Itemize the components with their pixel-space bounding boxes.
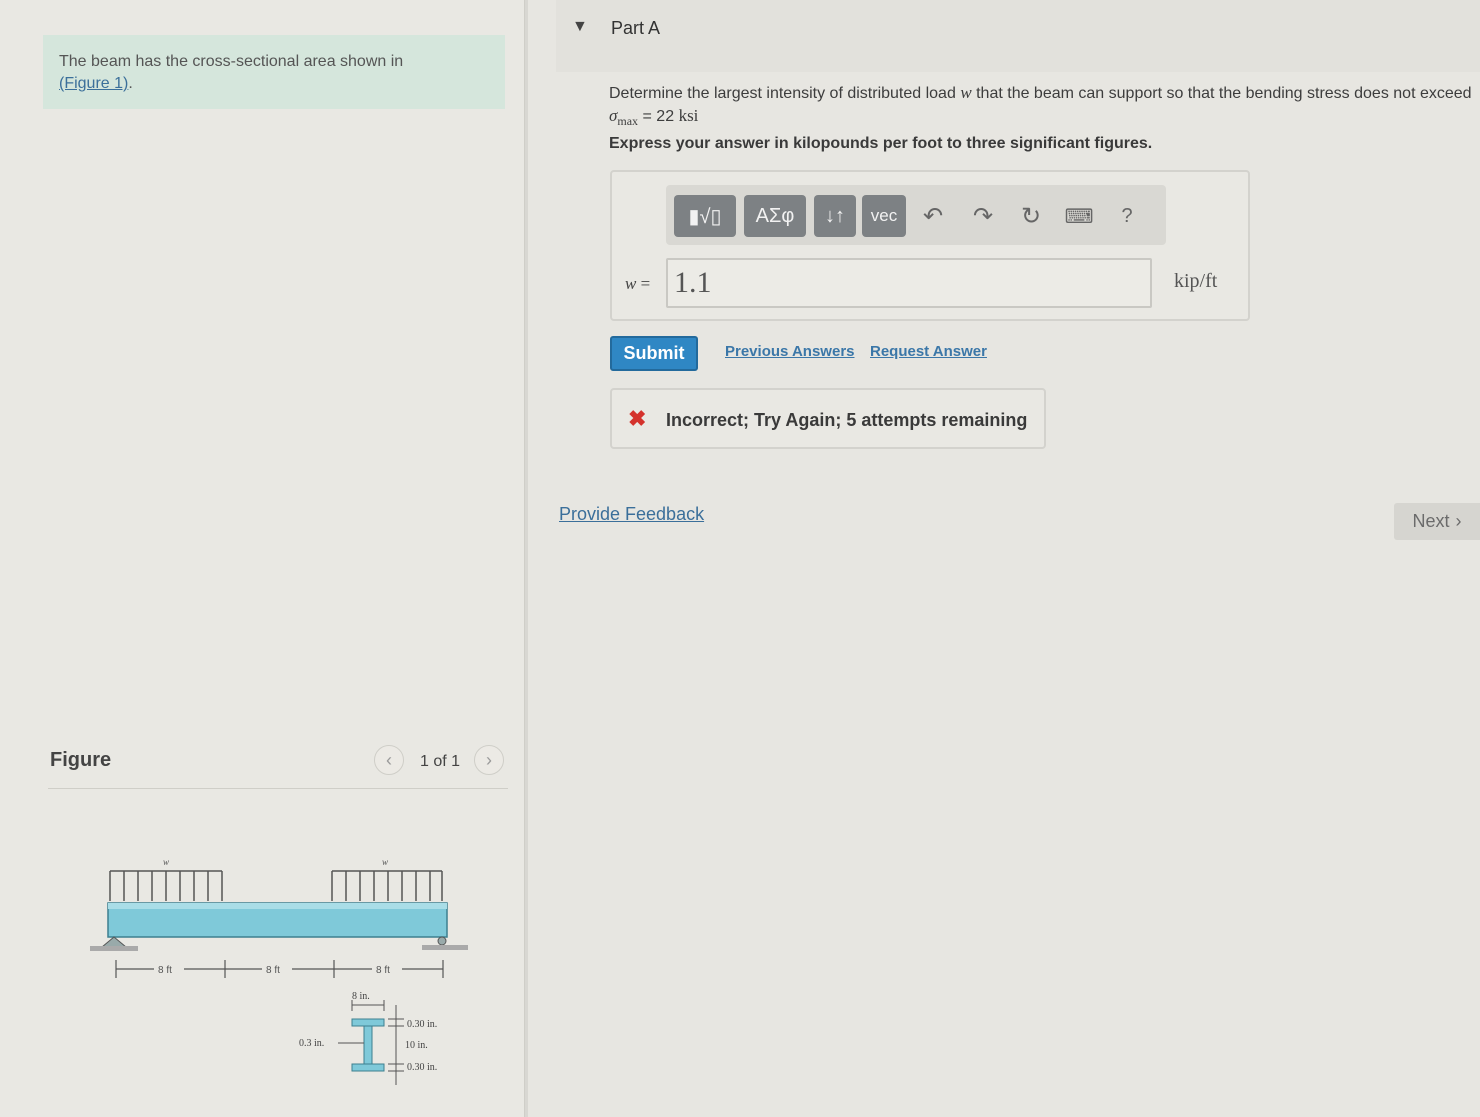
request-answer-link[interactable]: Request Answer xyxy=(870,343,987,360)
previous-answers-link[interactable]: Previous Answers xyxy=(725,343,855,360)
intro-text: The beam has the cross-sectional area sh… xyxy=(59,53,404,70)
keyboard-icon[interactable]: ⌨ xyxy=(1062,199,1096,233)
question-var: w xyxy=(960,83,972,102)
question-line1b: that the beam can support so that the be… xyxy=(976,85,1472,102)
figure-count: 1 of 1 xyxy=(420,753,461,770)
provide-feedback-link[interactable]: Provide Feedback xyxy=(559,504,704,525)
left-panel: The beam has the cross-sectional area sh… xyxy=(0,0,524,1117)
answer-equals: = xyxy=(640,274,651,293)
prev-figure-button[interactable]: ‹ xyxy=(374,745,404,775)
math-toolbar: ▮√▯ ΑΣφ ↓↑ vec ↶ ↷ ↻ ⌨ ? xyxy=(666,185,1166,245)
instruction: Express your answer in kilopounds per fo… xyxy=(609,135,1153,152)
web-thickness-label: 0.3 in. xyxy=(299,1038,324,1049)
submit-button[interactable]: Submit xyxy=(610,336,698,371)
question-eq: = 22 xyxy=(642,108,675,125)
span-label-1: 8 ft xyxy=(158,965,172,976)
reset-icon[interactable]: ↻ xyxy=(1014,199,1048,233)
next-figure-button[interactable]: › xyxy=(474,745,504,775)
span-label-2: 8 ft xyxy=(266,965,280,976)
left-load-label: w xyxy=(163,857,169,867)
greek-symbols-button[interactable]: ΑΣφ xyxy=(744,195,806,237)
right-load-label: w xyxy=(382,857,388,867)
incorrect-x-icon: ✖ xyxy=(628,406,647,431)
answer-input[interactable]: 1.1 xyxy=(666,258,1152,308)
vector-button[interactable]: vec xyxy=(862,195,906,237)
panel-divider[interactable] xyxy=(524,0,528,1117)
intro-box: The beam has the cross-sectional area sh… xyxy=(43,35,505,109)
undo-icon[interactable]: ↶ xyxy=(916,199,950,233)
span-label-3: 8 ft xyxy=(376,965,390,976)
arrows-button[interactable]: ↓↑ xyxy=(814,195,856,237)
right-distributed-load xyxy=(331,870,443,901)
figure-header: Figure ‹ 1 of 1 › xyxy=(48,745,508,789)
sigma-subscript: max xyxy=(617,114,639,129)
beam-highlight xyxy=(108,903,447,909)
figure-link[interactable]: (Figure 1) xyxy=(59,75,128,92)
ground-right xyxy=(422,945,468,950)
question-line1: Determine the largest intensity of distr… xyxy=(609,85,956,102)
part-header[interactable]: ▼ Part A xyxy=(556,0,1480,72)
question-unit: ksi xyxy=(678,106,699,125)
answer-unit: kip/ft xyxy=(1174,270,1218,292)
feedback-text: Incorrect; Try Again; 5 attempts remaini… xyxy=(666,410,1028,430)
ground-left xyxy=(90,946,138,951)
chevron-right-icon: › xyxy=(486,749,492,770)
question-text: Determine the largest intensity of distr… xyxy=(609,82,1474,132)
flange-width-label: 8 in. xyxy=(352,991,370,1002)
pin-support xyxy=(100,936,128,948)
beam-figure: w w 8 ft 8 ft 8 ft 8 in. 0.3 in. 0.30 in… xyxy=(90,857,468,1085)
web-height-label: 10 in. xyxy=(405,1040,428,1051)
top-flange-label: 0.30 in. xyxy=(407,1019,437,1030)
chevron-right-icon: › xyxy=(1455,511,1462,531)
feedback-box: ✖ Incorrect; Try Again; 5 attempts remai… xyxy=(610,388,1046,449)
answer-var: w xyxy=(625,274,637,293)
i-beam-section xyxy=(351,1018,385,1072)
next-label: Next xyxy=(1412,511,1450,531)
collapse-caret-icon[interactable]: ▼ xyxy=(572,18,588,36)
left-distributed-load xyxy=(109,870,223,901)
redo-icon[interactable]: ↷ xyxy=(966,199,1000,233)
answer-box: ▮√▯ ΑΣφ ↓↑ vec ↶ ↷ ↻ ⌨ ? w = 1.1 kip/ft xyxy=(610,170,1250,321)
answer-var-label: w = xyxy=(625,274,650,294)
roller-support xyxy=(437,936,447,946)
templates-button[interactable]: ▮√▯ xyxy=(674,195,736,237)
chevron-left-icon: ‹ xyxy=(386,749,392,770)
intro-suffix: . xyxy=(128,75,133,92)
part-title: Part A xyxy=(611,18,661,38)
next-button[interactable]: Next › xyxy=(1394,503,1480,540)
bottom-flange-label: 0.30 in. xyxy=(407,1062,437,1073)
figure-title: Figure xyxy=(50,749,112,771)
help-icon[interactable]: ? xyxy=(1110,199,1144,233)
